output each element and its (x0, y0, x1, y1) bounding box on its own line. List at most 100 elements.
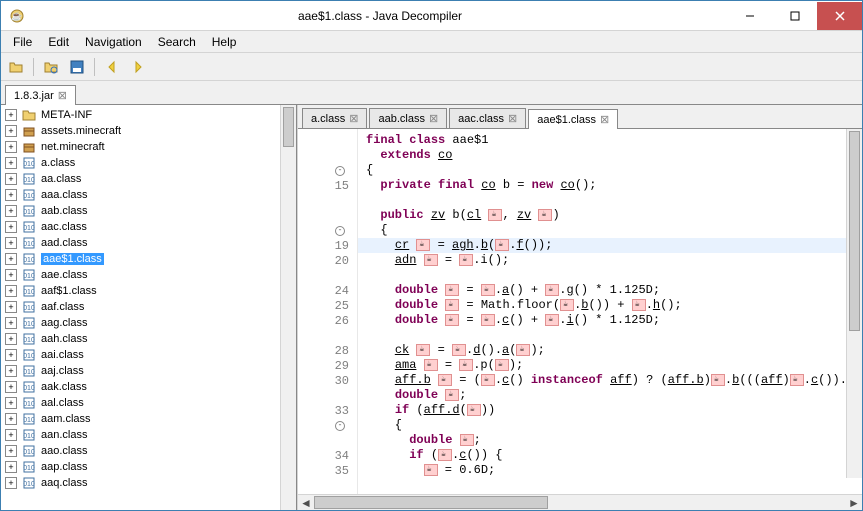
tree-item[interactable]: +010aah.class (3, 331, 294, 347)
expand-icon[interactable]: + (5, 253, 17, 265)
save-button[interactable] (66, 56, 88, 78)
code-line[interactable] (366, 328, 854, 343)
editor-horizontal-scrollbar[interactable]: ◄ ► (298, 494, 862, 510)
code-line[interactable]: private final co b = new co(); (366, 178, 854, 193)
scrollbar-thumb[interactable] (283, 107, 294, 147)
close-icon[interactable]: ⊠ (600, 113, 609, 126)
scroll-right-arrow[interactable]: ► (846, 495, 862, 510)
tree-item[interactable]: +net.minecraft (3, 139, 294, 155)
scrollbar-thumb[interactable] (314, 496, 548, 509)
tree-item[interactable]: +010aal.class (3, 395, 294, 411)
code-line[interactable]: extends co (366, 148, 854, 163)
expand-icon[interactable]: + (5, 205, 17, 217)
code-line[interactable] (366, 193, 854, 208)
open-type-button[interactable] (40, 56, 62, 78)
expand-icon[interactable]: + (5, 397, 17, 409)
code-line[interactable]: double ; (366, 433, 854, 448)
tree-item[interactable]: +010aad.class (3, 235, 294, 251)
expand-icon[interactable]: + (5, 429, 17, 441)
expand-icon[interactable]: + (5, 269, 17, 281)
code-line[interactable]: double = .a() + .g() * 1.125D; (366, 283, 854, 298)
editor-tab[interactable]: aac.class⊠ (449, 108, 526, 128)
tree-item[interactable]: +010aag.class (3, 315, 294, 331)
fold-icon[interactable]: - (335, 166, 345, 176)
tree-item[interactable]: +010aaa.class (3, 187, 294, 203)
tree-item[interactable]: +010aae.class (3, 267, 294, 283)
tree-item[interactable]: +010a.class (3, 155, 294, 171)
close-icon[interactable]: ⊠ (429, 112, 438, 125)
tree-item[interactable]: +010aao.class (3, 443, 294, 459)
expand-icon[interactable]: + (5, 333, 17, 345)
code-line[interactable]: double = Math.floor(.b()) + .h(); (366, 298, 854, 313)
tree-item[interactable]: +assets.minecraft (3, 123, 294, 139)
minimize-button[interactable] (727, 2, 772, 30)
tree-item[interactable]: +010aaj.class (3, 363, 294, 379)
close-button[interactable] (817, 2, 862, 30)
code-line[interactable]: aff.b = (.c() instanceof aff) ? (aff.b).… (366, 373, 854, 388)
code-line[interactable]: cr = agh.b(.f()); (358, 238, 854, 253)
code-line[interactable]: { (366, 418, 854, 433)
menu-file[interactable]: File (5, 33, 40, 51)
expand-icon[interactable]: + (5, 141, 17, 153)
code-line[interactable]: ama = .p(); (366, 358, 854, 373)
tree-item[interactable]: +010aak.class (3, 379, 294, 395)
code-line[interactable]: double = .c() + .i() * 1.125D; (366, 313, 854, 328)
maximize-button[interactable] (772, 2, 817, 30)
expand-icon[interactable]: + (5, 285, 17, 297)
expand-icon[interactable]: + (5, 317, 17, 329)
forward-button[interactable] (127, 56, 149, 78)
close-icon[interactable]: ⊠ (349, 112, 358, 125)
code-line[interactable] (366, 268, 854, 283)
fold-icon[interactable]: - (335, 226, 345, 236)
expand-icon[interactable]: + (5, 237, 17, 249)
expand-icon[interactable]: + (5, 301, 17, 313)
expand-icon[interactable]: + (5, 413, 17, 425)
tree-item[interactable]: +META-INF (3, 107, 294, 123)
fold-icon[interactable]: - (335, 421, 345, 431)
tree-item[interactable]: +010aaq.class (3, 475, 294, 491)
expand-icon[interactable]: + (5, 157, 17, 169)
expand-icon[interactable]: + (5, 173, 17, 185)
tree-item[interactable]: +010aae$1.class (3, 251, 294, 267)
close-icon[interactable]: ⊠ (508, 112, 517, 125)
close-icon[interactable]: ⊠ (58, 89, 67, 102)
editor-tab[interactable]: aae$1.class⊠ (528, 109, 618, 129)
tree-item[interactable]: +010aab.class (3, 203, 294, 219)
code-line[interactable]: { (366, 163, 854, 178)
expand-icon[interactable]: + (5, 189, 17, 201)
tree-item[interactable]: +010aai.class (3, 347, 294, 363)
menu-edit[interactable]: Edit (40, 33, 77, 51)
tree-vertical-scrollbar[interactable] (280, 105, 296, 510)
expand-icon[interactable]: + (5, 125, 17, 137)
expand-icon[interactable]: + (5, 445, 17, 457)
editor-tab[interactable]: aab.class⊠ (369, 108, 447, 128)
scrollbar-thumb[interactable] (849, 131, 860, 331)
code-line[interactable]: final class aae$1 (366, 133, 854, 148)
tree-item[interactable]: +010aaf.class (3, 299, 294, 315)
expand-icon[interactable]: + (5, 221, 17, 233)
expand-icon[interactable]: + (5, 365, 17, 377)
menu-navigation[interactable]: Navigation (77, 33, 150, 51)
expand-icon[interactable]: + (5, 461, 17, 473)
menu-help[interactable]: Help (204, 33, 245, 51)
code-area[interactable]: final class aae$1 extends co{ private fi… (358, 129, 862, 494)
code-line[interactable]: ck = .d().a(); (366, 343, 854, 358)
tree-item[interactable]: +010aa.class (3, 171, 294, 187)
code-line[interactable]: adn = .i(); (366, 253, 854, 268)
code-line[interactable]: { (366, 223, 854, 238)
scroll-left-arrow[interactable]: ◄ (298, 495, 314, 510)
expand-icon[interactable]: + (5, 381, 17, 393)
editor-vertical-scrollbar[interactable] (846, 129, 862, 478)
expand-icon[interactable]: + (5, 477, 17, 489)
code-line[interactable]: double ; (366, 388, 854, 403)
expand-icon[interactable]: + (5, 109, 17, 121)
code-line[interactable]: if (aff.d()) (366, 403, 854, 418)
tree-item[interactable]: +010aap.class (3, 459, 294, 475)
jar-tab[interactable]: 1.8.3.jar ⊠ (5, 85, 76, 105)
tree-item[interactable]: +010aac.class (3, 219, 294, 235)
code-line[interactable]: public zv b(cl , zv ) (366, 208, 854, 223)
tree-item[interactable]: +010aam.class (3, 411, 294, 427)
tree-item[interactable]: +010aaf$1.class (3, 283, 294, 299)
code-line[interactable]: if (.c()) { (366, 448, 854, 463)
menu-search[interactable]: Search (150, 33, 204, 51)
